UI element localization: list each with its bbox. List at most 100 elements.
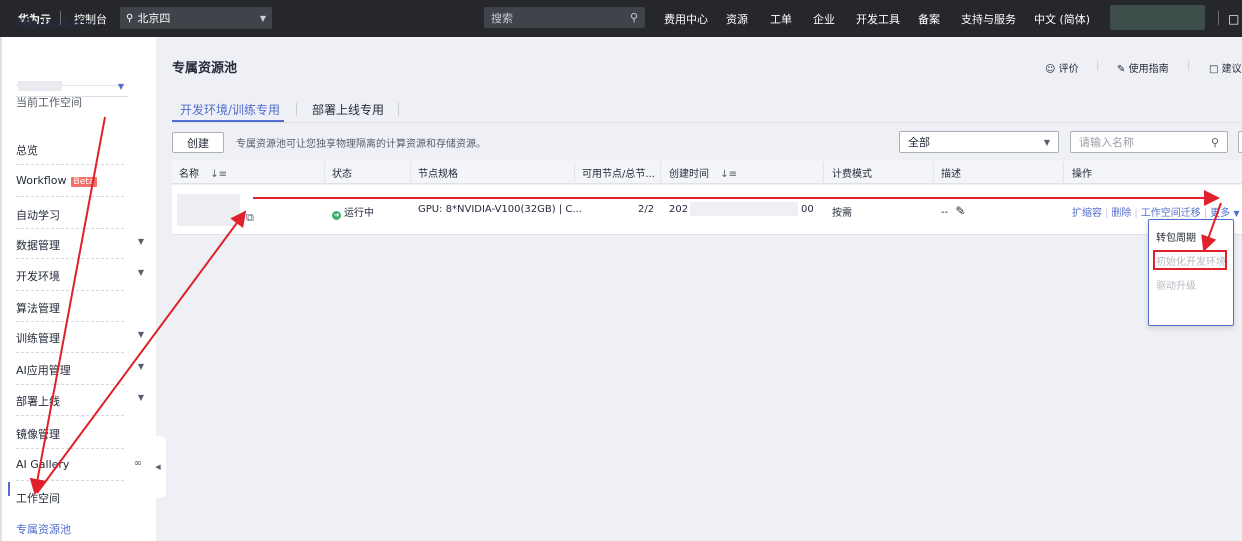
message-icon[interactable]: □ [1228, 0, 1239, 37]
more-link[interactable]: 更多 ▼ [1210, 208, 1239, 219]
nav-icp-filing[interactable]: 备案 [918, 0, 940, 37]
caret-down-icon: ▼ [1043, 137, 1050, 147]
active-tab-underline [172, 120, 284, 122]
divider: | [1096, 60, 1100, 71]
search-icon[interactable]: ⚲ [1211, 136, 1219, 149]
column-header-ops: 操作 [1072, 169, 1092, 180]
sidebar-item-label: 开发环境 [16, 270, 60, 283]
column-label: 创建时间 [669, 169, 709, 180]
filter-value: 全部 [908, 136, 930, 149]
divider [398, 103, 399, 116]
status-cell: ➜ 运行中 [332, 204, 374, 220]
chevron-left-icon: ◀ [155, 463, 161, 471]
workspace-selector[interactable]: ▼ [16, 76, 128, 97]
billing-cell: 按需 [832, 208, 852, 219]
name-search-input[interactable]: 请输入名称 ⚲ [1070, 131, 1228, 153]
settings-button[interactable] [1238, 131, 1242, 153]
divider [296, 103, 297, 116]
divider [16, 384, 124, 385]
menu-item-convert-to-yearly[interactable]: 转包周期 [1156, 229, 1196, 244]
column-header-spec: 节点规格 [418, 169, 458, 180]
sidebar-item-label: 总览 [16, 144, 38, 157]
nav-dev-tools[interactable]: 开发工具 [856, 0, 900, 37]
nav-resources[interactable]: 资源 [726, 0, 748, 37]
beta-badge: Beta [70, 177, 98, 187]
sidebar-item-label: 数据管理 [16, 239, 60, 252]
sidebar-item-label: 训练管理 [16, 332, 60, 345]
tab-dev-training[interactable]: 开发环境/训练专用 [180, 101, 280, 118]
location-pin-icon: ⚲ [126, 12, 134, 24]
feedback-link[interactable]: ☺ 评价 [1045, 60, 1079, 75]
menu-item-driver-upgrade[interactable]: 驱动升级 [1156, 277, 1196, 292]
external-link-icon: ∞ [133, 458, 142, 469]
search-placeholder: 搜索 [491, 11, 513, 25]
sort-icon[interactable]: ↓≡ [210, 169, 227, 180]
account-name-redacted[interactable] [1110, 5, 1205, 30]
region-selector[interactable]: ⚲ 北京四 ▼ [120, 7, 272, 29]
global-search-input[interactable]: 搜索 ⚲ [484, 7, 645, 28]
status-filter-select[interactable]: 全部 ▼ [899, 131, 1059, 153]
region-label: 北京四 [137, 12, 171, 25]
divider: | [1134, 208, 1138, 219]
sidebar-item-label: 镜像管理 [16, 428, 60, 441]
created-time-redacted [690, 202, 798, 216]
nav-language[interactable]: 中文 (简体) [1034, 0, 1090, 37]
sidebar-item-label: 工作空间 [16, 492, 60, 505]
collapse-sidebar-button[interactable]: ◀ [150, 436, 166, 498]
scale-link[interactable]: 扩缩容 [1072, 208, 1102, 219]
column-header-name[interactable]: 名称 ↓≡ [179, 165, 227, 180]
nav-enterprise[interactable]: 企业 [813, 0, 835, 37]
sidebar-item-training[interactable]: 训练管理 ▼ [16, 330, 148, 346]
page-title: 专属资源池 [172, 61, 238, 76]
column-label: 名称 [179, 169, 199, 180]
column-header-billing: 计费模式 [832, 169, 872, 180]
sidebar-item-ai-app[interactable]: AI应用管理 ▼ [16, 362, 148, 378]
sidebar-item-images[interactable]: 镜像管理 [16, 426, 148, 442]
sidebar-item-dev-environment[interactable]: 开发环境 ▼ [16, 268, 148, 284]
delete-link[interactable]: 删除 [1111, 208, 1131, 219]
create-button[interactable]: 创建 [172, 132, 224, 153]
divider [1218, 11, 1219, 25]
caret-down-icon: ▼ [137, 362, 144, 371]
divider: | [1187, 60, 1191, 71]
sidebar-item-workspace[interactable]: 工作空间 [16, 490, 148, 506]
sidebar-item-ai-gallery[interactable]: AI Gallery ∞ [16, 458, 148, 471]
column-header-desc: 描述 [941, 169, 961, 180]
sidebar-item-auto-learning[interactable]: 自动学习 [16, 207, 148, 223]
pool-name-redacted[interactable] [177, 194, 240, 226]
tabs-baseline [172, 122, 1242, 123]
column-header-created[interactable]: 创建时间 ↓≡ [669, 165, 737, 180]
divider [16, 415, 124, 416]
divider [933, 162, 934, 182]
caret-down-icon: ▼ [137, 268, 144, 277]
sidebar-item-overview[interactable]: 总览 [16, 142, 148, 158]
desc-text: -- [941, 207, 949, 218]
divider [16, 480, 124, 481]
user-guide-link[interactable]: ✎ 使用指南 [1117, 60, 1169, 75]
suggestion-link[interactable]: □ 建议 [1209, 60, 1242, 75]
nodes-cell: 2/2 [638, 204, 655, 215]
nav-billing-center[interactable]: 费用中心 [664, 0, 708, 37]
nav-support[interactable]: 支持与服务 [961, 0, 1016, 37]
sidebar-item-deployment[interactable]: 部署上线 ▼ [16, 393, 148, 409]
divider [16, 290, 124, 291]
sidebar-item-workflow[interactable]: Workflow Beta [16, 174, 148, 187]
active-indicator [8, 482, 10, 496]
migrate-workspace-link[interactable]: 工作空间迁移 [1141, 208, 1201, 219]
more-label: 更多 [1210, 208, 1231, 219]
ops-cell: 扩缩容 | 删除 | 工作空间迁移 | 更多 ▼ [1072, 204, 1239, 219]
sort-icon[interactable]: ↓≡ [720, 169, 737, 180]
annotation-highlight-box [1153, 250, 1227, 270]
sidebar-item-data-management[interactable]: 数据管理 ▼ [16, 237, 148, 253]
nav-tickets[interactable]: 工单 [770, 0, 792, 37]
search-icon[interactable]: ⚲ [630, 11, 638, 24]
sidebar-item-label: AI Gallery [16, 458, 70, 471]
edit-icon[interactable]: ✎ [955, 204, 965, 218]
tab-deployment[interactable]: 部署上线专用 [312, 101, 384, 118]
divider [324, 162, 325, 182]
sidebar-item-dedicated-pool[interactable]: 专属资源池 [16, 521, 148, 537]
sidebar-item-algorithm[interactable]: 算法管理 [16, 300, 148, 316]
running-status-icon: ➜ [332, 211, 341, 220]
column-header-status: 状态 [332, 169, 352, 180]
copy-icon[interactable]: ⧉ [246, 211, 254, 225]
